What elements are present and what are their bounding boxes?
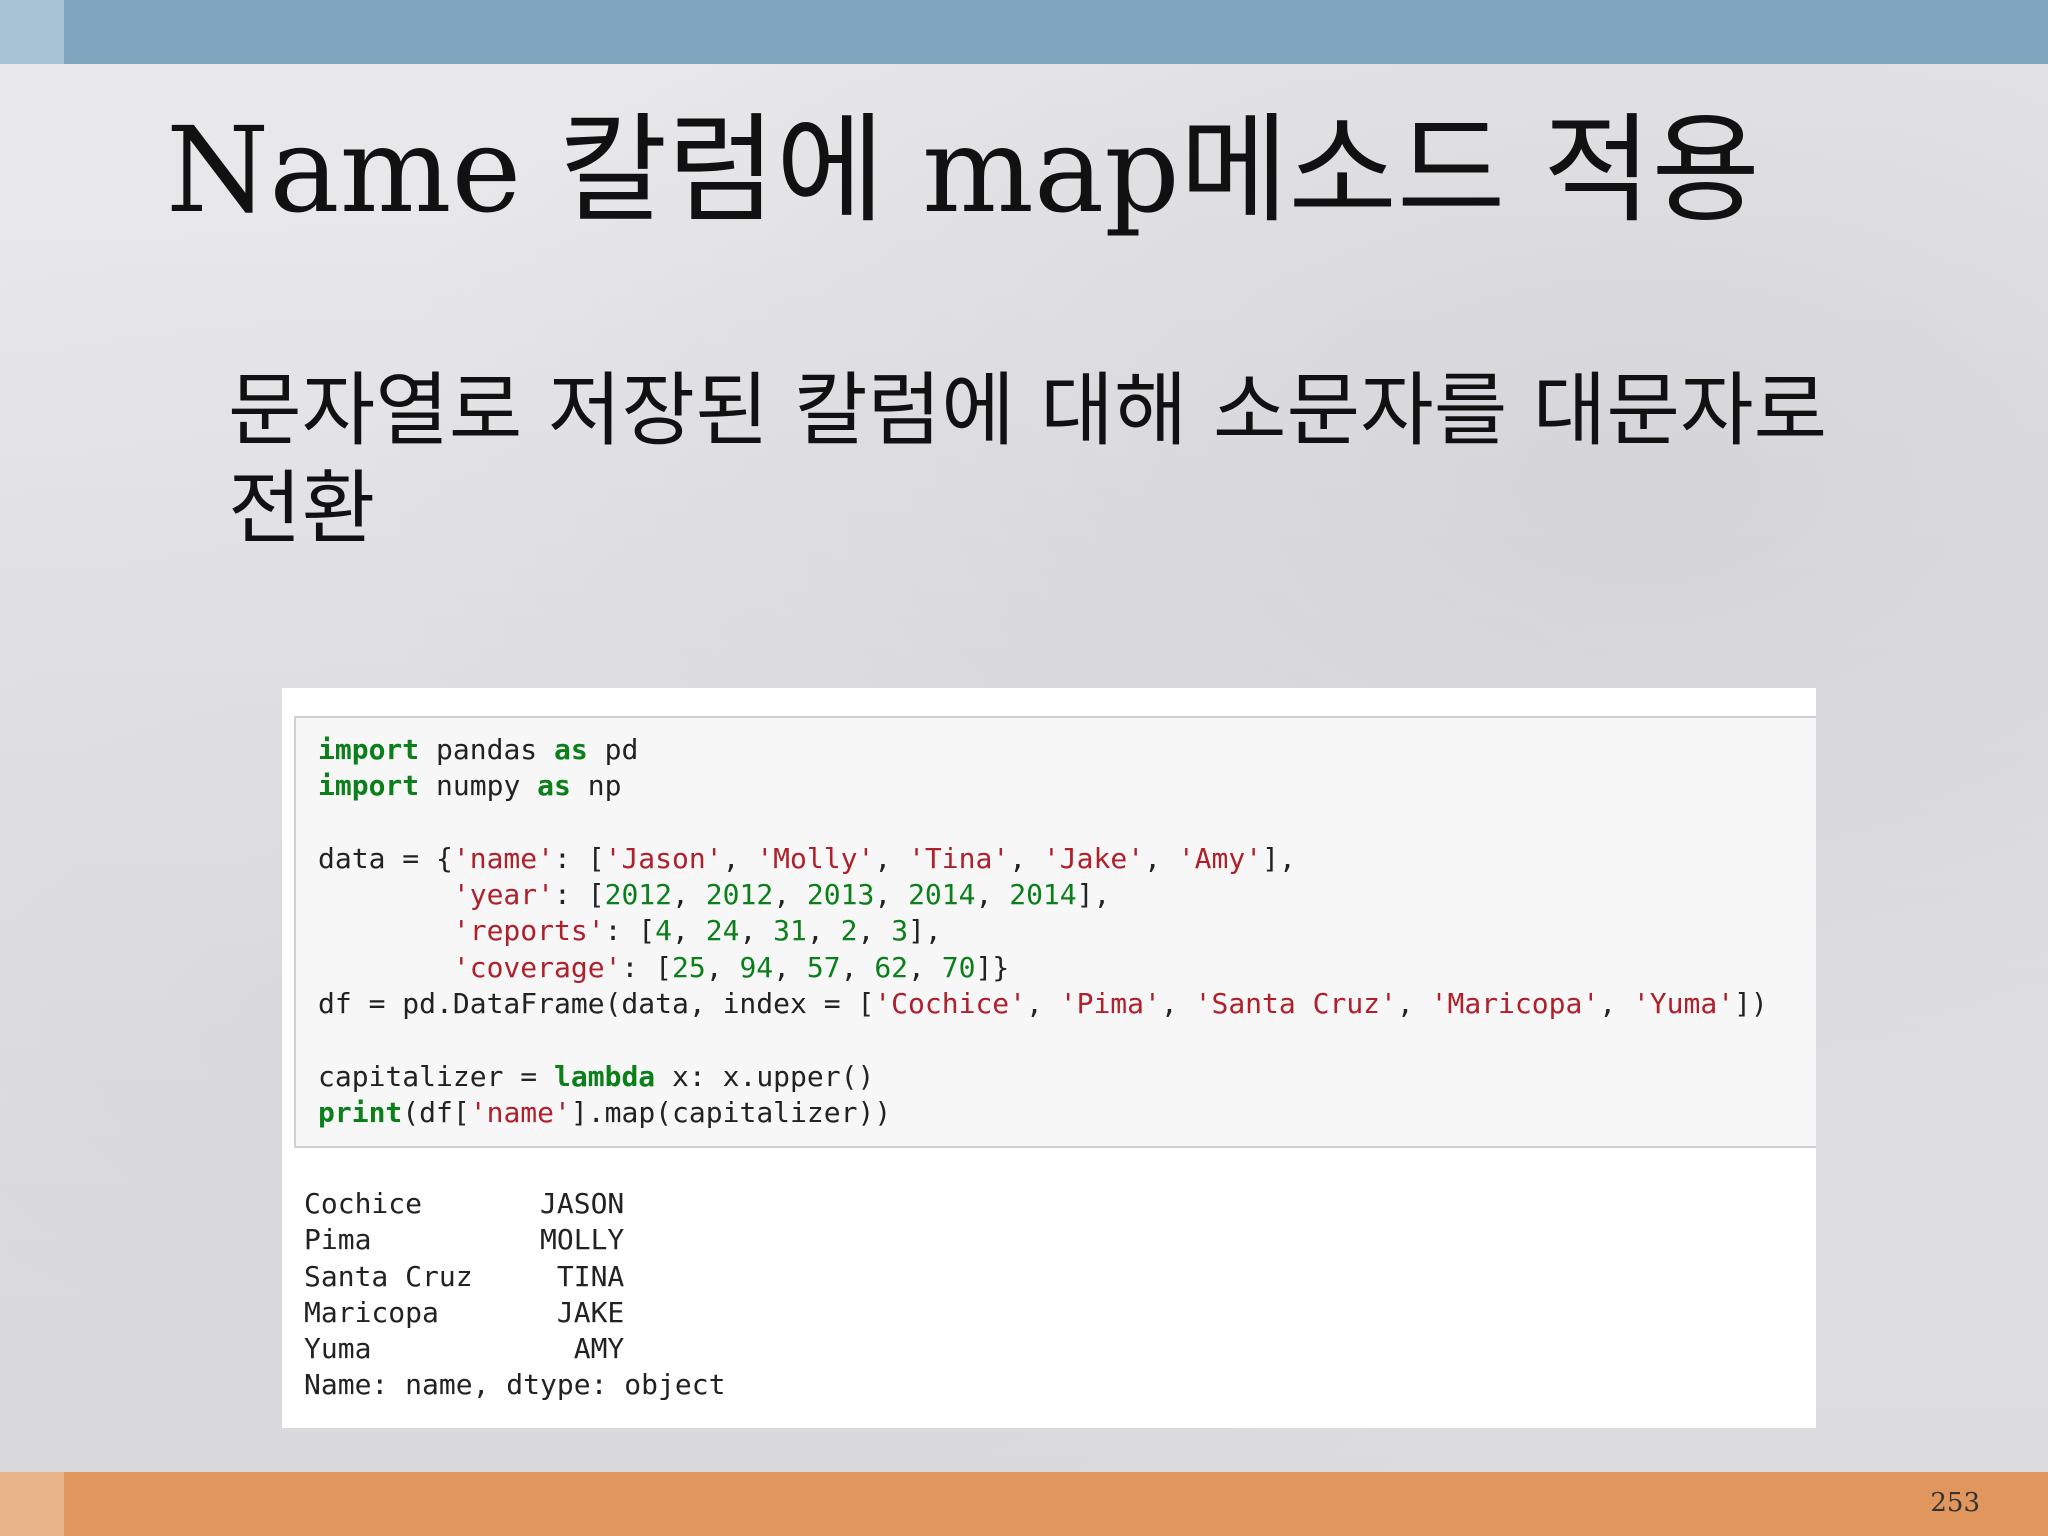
code-line-print: print(df['name'].map(capitalizer))	[318, 1095, 892, 1129]
page-number: 253	[1930, 1488, 1980, 1518]
output-footer: Name: name, dtype: object	[304, 1368, 726, 1402]
code-line-coverage: 'coverage': [25, 94, 57, 62, 70]}	[452, 950, 1010, 984]
slide-body: 문자열로 저장된 칼럼에 대해 소문자를 대문자로 전환	[228, 362, 1928, 558]
output-row: Cochice JASON	[304, 1187, 625, 1220]
top-banner	[0, 0, 2048, 64]
output-row: Santa Cruz TINA	[304, 1259, 625, 1293]
code-line-capitalizer: capitalizer = lambda x: x.upper()	[318, 1059, 875, 1093]
code-line-year: 'year': [2012, 2012, 2013, 2014, 2014],	[452, 878, 1111, 912]
top-banner-accent	[0, 0, 64, 64]
code-line-reports: 'reports': [4, 24, 31, 2, 3],	[452, 914, 942, 948]
bottom-banner-accent	[0, 1472, 64, 1536]
output-row: Yuma AMY	[304, 1332, 625, 1366]
output-row: Maricopa JAKE	[304, 1295, 625, 1329]
slide-title: Name 칼럼에 map메소드 적용	[166, 101, 1761, 239]
body-line-1: 문자열로 저장된 칼럼에 대해 소문자를 대문자로	[228, 364, 1828, 457]
code-line-df: df = pd.DataFrame(data, index = ['Cochic…	[318, 987, 1768, 1021]
body-line-2: 전환	[228, 462, 376, 555]
code-line-data: data = {'name': ['Jason', 'Molly', 'Tina…	[318, 841, 1296, 875]
code-output: Cochice JASON Pima MOLLY Santa Cruz TINA…	[304, 1186, 725, 1404]
code-block: import pandas as pd import numpy as np d…	[318, 732, 1768, 1131]
code-line-1: import pandas as pd	[318, 733, 639, 766]
code-line-2: import numpy as np	[318, 769, 622, 803]
bottom-banner	[0, 1472, 2048, 1536]
output-row: Pima MOLLY	[304, 1223, 625, 1257]
code-input-cell: import pandas as pd import numpy as np d…	[294, 716, 1816, 1148]
code-screenshot: import pandas as pd import numpy as np d…	[282, 688, 1816, 1428]
